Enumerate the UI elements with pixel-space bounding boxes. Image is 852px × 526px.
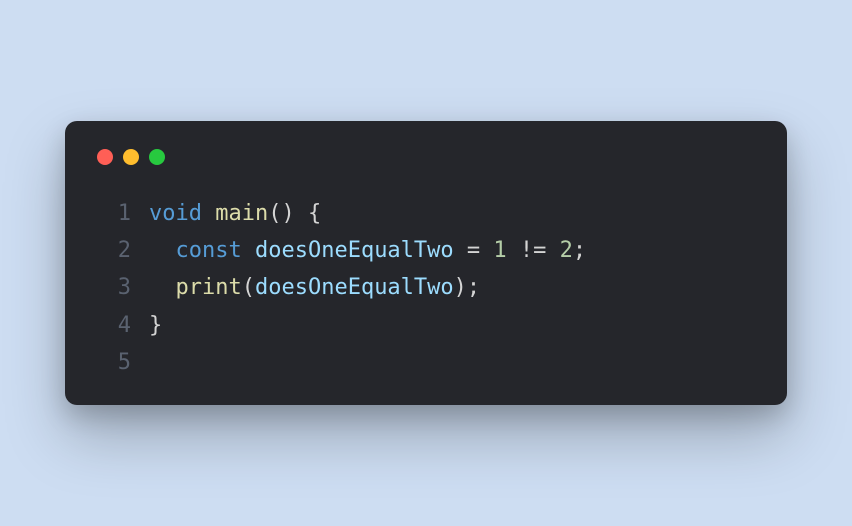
- code-content: void main() {: [149, 195, 321, 232]
- line-number: 3: [97, 269, 131, 306]
- variable-ref: doesOneEqualTwo: [255, 275, 454, 300]
- keyword-const: const: [176, 238, 242, 263]
- function-call: print: [176, 275, 242, 300]
- line-number: 4: [97, 307, 131, 344]
- code-window: 1 void main() { 2 const doesOneEqualTwo …: [65, 121, 787, 406]
- number-literal: 1: [493, 238, 506, 263]
- line-number: 5: [97, 344, 131, 381]
- line-number: 1: [97, 195, 131, 232]
- code-block: 1 void main() { 2 const doesOneEqualTwo …: [97, 195, 755, 382]
- function-name: main: [215, 201, 268, 226]
- code-line: 3 print(doesOneEqualTwo);: [97, 269, 755, 306]
- code-line: 5: [97, 344, 755, 381]
- line-number: 2: [97, 232, 131, 269]
- code-content: }: [149, 307, 162, 344]
- code-line: 1 void main() {: [97, 195, 755, 232]
- variable-name: doesOneEqualTwo: [255, 238, 454, 263]
- window-titlebar: [97, 149, 755, 165]
- operator-ne: !=: [520, 238, 547, 263]
- maximize-icon[interactable]: [149, 149, 165, 165]
- code-content: const doesOneEqualTwo = 1 != 2;: [149, 232, 586, 269]
- code-line: 4 }: [97, 307, 755, 344]
- code-line: 2 const doesOneEqualTwo = 1 != 2;: [97, 232, 755, 269]
- code-content: print(doesOneEqualTwo);: [149, 269, 480, 306]
- number-literal: 2: [560, 238, 573, 263]
- minimize-icon[interactable]: [123, 149, 139, 165]
- close-icon[interactable]: [97, 149, 113, 165]
- keyword-void: void: [149, 201, 202, 226]
